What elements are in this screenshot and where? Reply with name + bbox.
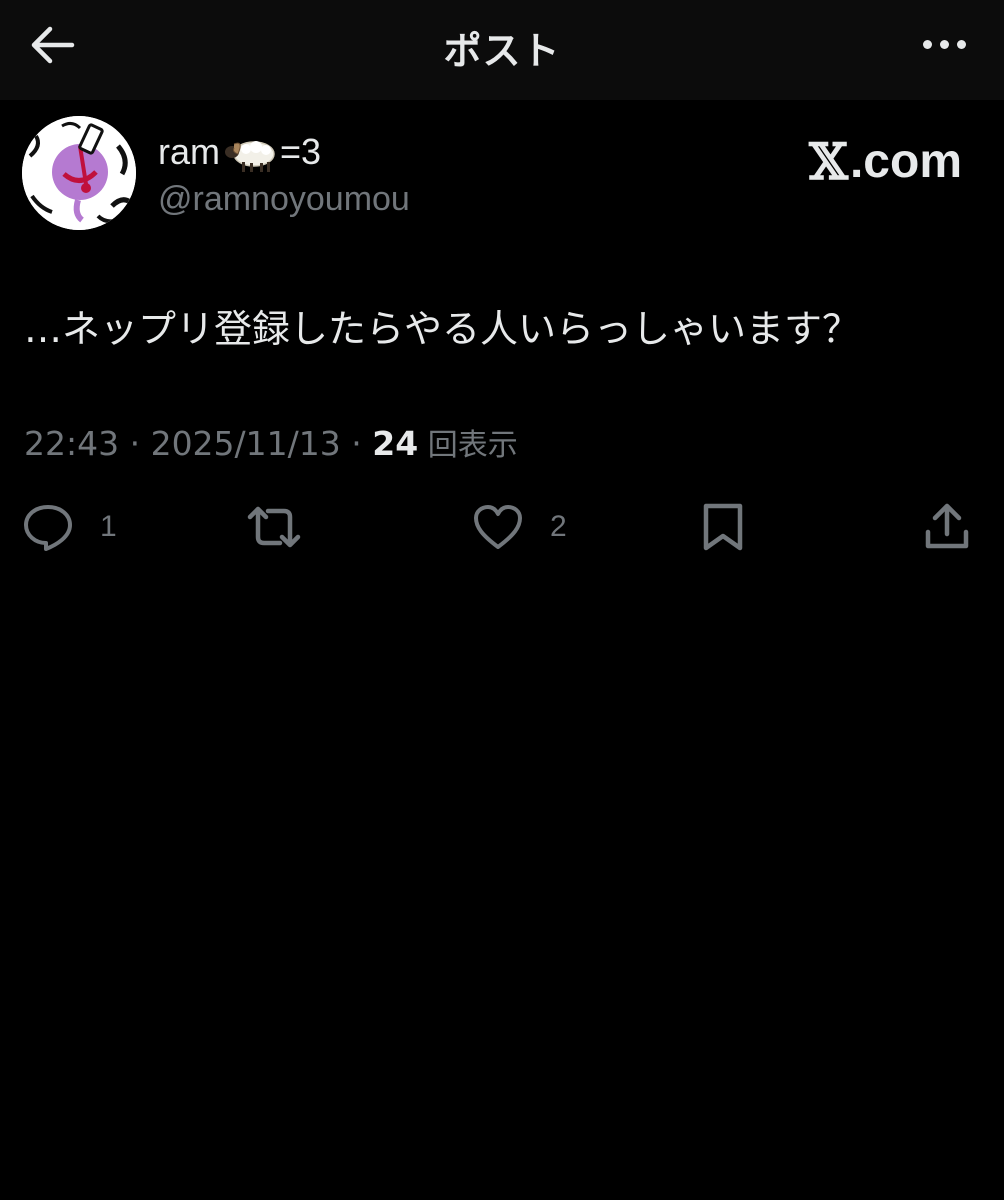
display-name-prefix: ram — [158, 131, 220, 172]
x-logo-icon: 𝕏 — [809, 132, 848, 191]
reply-count: 1 — [100, 510, 117, 543]
views-label: 回表示 — [418, 428, 518, 463]
ram-emoji-icon — [225, 141, 275, 172]
avatar-image — [22, 116, 136, 230]
bookmark-button[interactable] — [700, 500, 746, 554]
page-title: ポスト — [443, 29, 561, 73]
reply-icon — [24, 505, 72, 551]
bookmark-icon — [703, 503, 743, 551]
heart-icon — [474, 505, 522, 549]
repost-button[interactable] — [246, 500, 302, 554]
like-count: 2 — [550, 510, 567, 543]
more-dot — [956, 39, 966, 49]
more-options-button[interactable] — [914, 24, 974, 64]
author-display-name[interactable]: ram =3 — [158, 130, 321, 174]
share-button[interactable] — [922, 500, 972, 554]
like-button[interactable]: 2 — [472, 500, 567, 554]
timestamp[interactable]: 22:43 · 2025/11/13 · — [24, 424, 372, 463]
post-meta: 22:43 · 2025/11/13 · 24 回表示 — [24, 420, 518, 464]
views-count: 24 — [372, 424, 419, 463]
more-dot — [939, 39, 949, 49]
brand-suffix: .com — [849, 135, 962, 188]
more-horizontal-icon — [922, 39, 932, 49]
repost-icon — [247, 506, 301, 548]
share-icon — [925, 503, 969, 549]
top-bar: ポスト — [0, 0, 1004, 100]
display-name-suffix: =3 — [280, 131, 322, 172]
post-text: …ネップリ登録したらやる人いらっしゃいます？ — [24, 307, 861, 351]
avatar[interactable] — [22, 116, 136, 230]
reply-button[interactable]: 1 — [22, 500, 117, 554]
x-com-watermark: 𝕏 .com — [809, 132, 962, 191]
author-handle[interactable]: @ramnoyoumou — [158, 180, 410, 219]
